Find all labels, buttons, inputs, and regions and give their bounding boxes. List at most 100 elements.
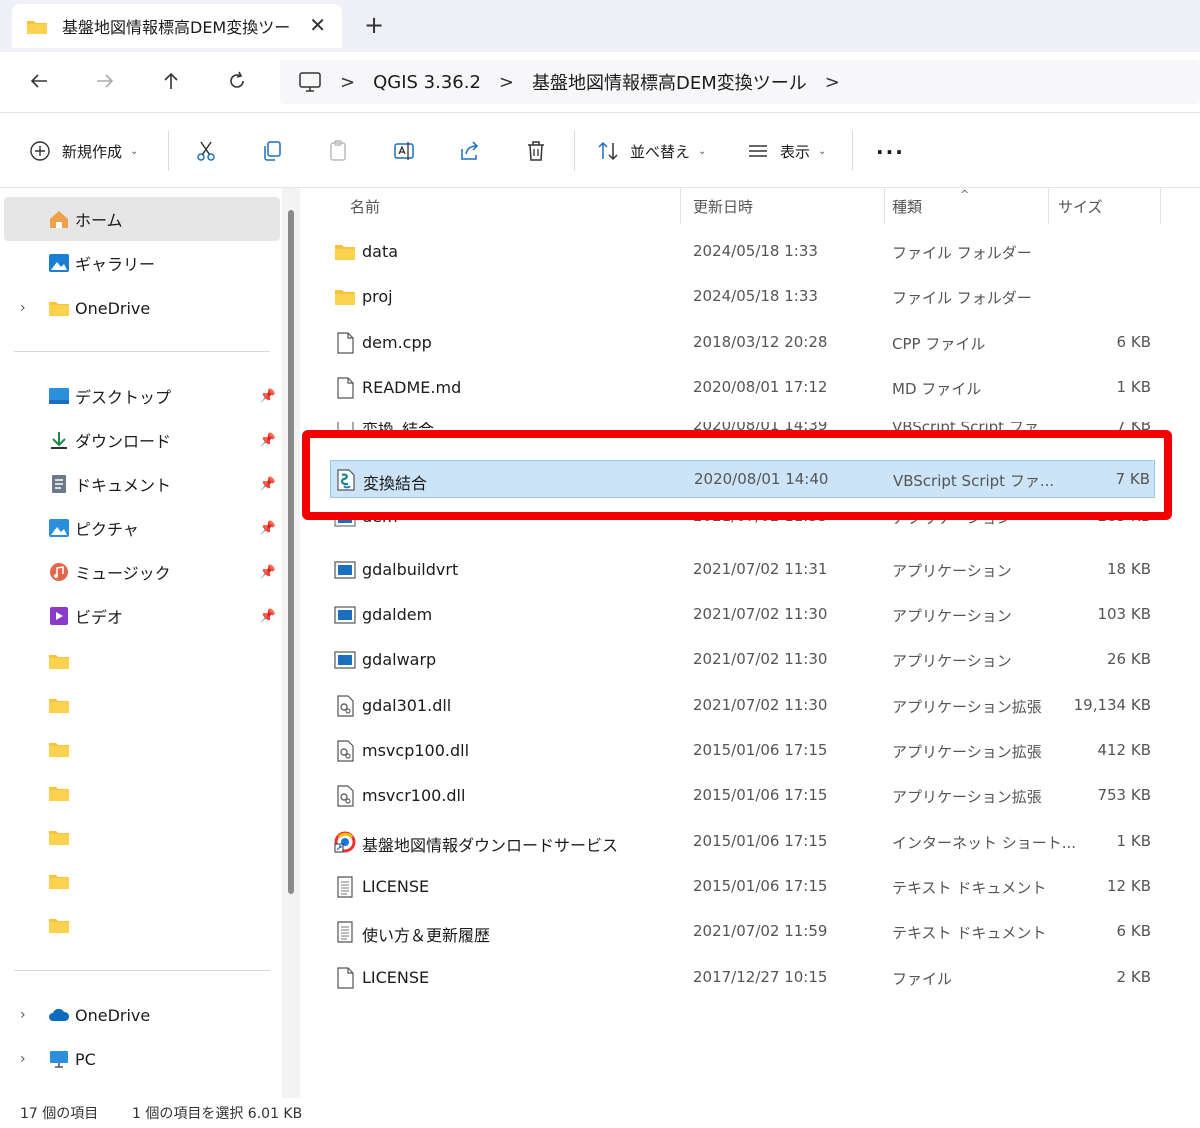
rename-button[interactable] (392, 135, 416, 167)
folder-icon (48, 695, 70, 715)
file-row[interactable]: dem.cpp 2018/03/12 20:28 CPP ファイル 6 KB (330, 324, 1155, 362)
file-type: CPP ファイル (892, 335, 986, 353)
sidebar-item-downloads[interactable]: ダウンロード 📌 (4, 418, 280, 462)
pin-icon[interactable]: 📌 (260, 565, 276, 580)
file-row[interactable]: gdaldem 2021/07/02 11:30 アプリケーション 103 KB (330, 596, 1155, 634)
sidebar-item-home[interactable]: ホーム (4, 197, 280, 241)
file-date: 2021/07/02 11:30 (693, 696, 828, 714)
sidebar-item-music[interactable]: ミュージック 📌 (4, 550, 280, 594)
file-size: 283 KB (1097, 516, 1151, 525)
pin-icon[interactable]: 📌 (260, 609, 276, 624)
column-header-modified[interactable]: 更新日時 (693, 188, 753, 224)
file-row-selected[interactable]: 変換結合 2020/08/01 14:40 VBScript Script ファ..… (330, 460, 1155, 498)
pin-icon[interactable]: 📌 (260, 477, 276, 492)
sidebar-item-folder[interactable] (4, 639, 280, 683)
file-row-partial[interactable]: dem 2021/07/02 11:33 アプリケーション 283 KB (330, 516, 1155, 534)
file-row[interactable]: gdalwarp 2021/07/02 11:30 アプリケーション 26 KB (330, 641, 1155, 679)
sidebar-scrollbar-thumb[interactable] (288, 210, 294, 894)
column-divider[interactable] (1048, 188, 1049, 224)
divider (574, 131, 575, 171)
file-name: msvcp100.dll (362, 741, 470, 760)
file-row[interactable]: 基盤地図情報ダウンロードサービス 2015/01/06 17:15 インターネット … (330, 823, 1155, 861)
sidebar-item-pc[interactable]: › PC (4, 1037, 280, 1081)
file-size: 6 KB (1116, 333, 1151, 351)
sidebar-item-folder[interactable] (4, 683, 280, 727)
sidebar-item-onedrive-top[interactable]: › OneDrive (4, 286, 280, 330)
paste-button[interactable] (326, 135, 350, 167)
tab-active[interactable]: 基盤地図情報標高DEM変換ツー ✕ (12, 4, 342, 48)
cut-button[interactable] (194, 135, 218, 167)
view-button[interactable]: 表示 ⌄ (746, 135, 826, 167)
sort-button[interactable]: 並べ替え ⌄ (596, 135, 706, 167)
file-row[interactable]: proj 2024/05/18 1:33 ファイル フォルダー (330, 278, 1155, 316)
file-date: 2020/08/01 14:39 (693, 422, 828, 434)
column-header-type[interactable]: 種類 (892, 188, 922, 224)
folder-icon (48, 651, 70, 671)
address-bar[interactable]: > QGIS 3.36.2 > 基盤地図情報標高DEM変換ツール > (280, 60, 1200, 104)
breadcrumb-separator: > (498, 71, 515, 93)
file-type: アプリケーション (892, 516, 1012, 527)
sidebar-item-documents[interactable]: ドキュメント 📌 (4, 462, 280, 506)
sidebar-item-folder[interactable] (4, 903, 280, 947)
delete-button[interactable] (524, 135, 548, 167)
pin-icon[interactable]: 📌 (260, 433, 276, 448)
file-date: 2018/03/12 20:28 (693, 333, 828, 351)
pin-icon[interactable]: 📌 (260, 389, 276, 404)
close-tab-icon[interactable]: ✕ (309, 14, 326, 36)
folder-icon (48, 298, 70, 318)
column-header-name[interactable]: 名前 (350, 188, 380, 224)
app-icon (334, 649, 356, 671)
file-row[interactable]: msvcp100.dll 2015/01/06 17:15 アプリケーション拡張 41… (330, 732, 1155, 770)
file-row[interactable]: gdal301.dll 2021/07/02 11:30 アプリケーション拡張 19,… (330, 687, 1155, 725)
sidebar-item-gallery[interactable]: ギャラリー (4, 241, 280, 285)
chevron-right-icon[interactable]: › (20, 1051, 26, 1067)
chevron-right-icon[interactable]: › (20, 300, 26, 316)
vbscript-icon (335, 469, 357, 491)
sidebar-item-label: ミュージック (75, 564, 171, 583)
back-button[interactable] (22, 66, 56, 96)
sidebar-item-folder[interactable] (4, 727, 280, 771)
file-row[interactable]: LICENSE 2017/12/27 10:15 ファイル 2 KB (330, 959, 1155, 997)
file-date: 2024/05/18 1:33 (693, 242, 818, 260)
sidebar-item-pictures[interactable]: ピクチャ 📌 (4, 506, 280, 550)
sidebar-item-folder[interactable] (4, 815, 280, 859)
chevron-down-icon: ⌄ (130, 145, 139, 157)
sidebar-item-onedrive[interactable]: › OneDrive (4, 993, 280, 1037)
column-divider[interactable] (680, 188, 681, 224)
sidebar-item-desktop[interactable]: デスクトップ 📌 (4, 374, 280, 418)
sidebar-item-folder[interactable] (4, 859, 280, 903)
pin-icon[interactable]: 📌 (260, 521, 276, 536)
file-row[interactable]: data 2024/05/18 1:33 ファイル フォルダー (330, 233, 1155, 271)
more-button[interactable]: ... (876, 135, 905, 167)
column-divider[interactable] (884, 188, 885, 224)
sidebar-item-folder[interactable] (4, 771, 280, 815)
up-button[interactable] (154, 66, 188, 96)
file-name: dem (362, 516, 398, 526)
file-row[interactable]: 使い方＆更新履歴 2021/07/02 11:59 テキスト ドキュメント 6 KB (330, 913, 1155, 951)
new-button[interactable]: 新規作成 ⌄ (28, 135, 138, 167)
file-type: アプリケーション (892, 562, 1012, 580)
file-row[interactable]: LICENSE 2015/01/06 17:15 テキスト ドキュメント 12 KB (330, 868, 1155, 906)
file-row[interactable]: gdalbuildvrt 2021/07/02 11:31 アプリケーション 18 K… (330, 551, 1155, 589)
file-name: 変換_結合 (362, 422, 435, 436)
plus-circle-icon (30, 141, 50, 161)
breadcrumb-qgis[interactable]: QGIS 3.36.2 (373, 72, 481, 93)
file-row[interactable]: msvcr100.dll 2015/01/06 17:15 アプリケーション拡張 75… (330, 777, 1155, 815)
new-tab-button[interactable]: + (364, 11, 384, 39)
sidebar-item-videos[interactable]: ビデオ 📌 (4, 594, 280, 638)
chevron-right-icon[interactable]: › (20, 1007, 26, 1023)
file-type: テキスト ドキュメント (892, 924, 1047, 942)
breadcrumb-separator[interactable]: > (825, 72, 840, 93)
breadcrumb-dem-tool[interactable]: 基盤地図情報標高DEM変換ツール (532, 69, 807, 95)
column-header-size[interactable]: サイズ (1058, 188, 1103, 224)
copy-button[interactable] (260, 135, 284, 167)
file-type: アプリケーション (892, 607, 1012, 625)
text-icon (334, 921, 356, 943)
column-divider[interactable] (1160, 188, 1161, 224)
file-row-partial[interactable]: 変換_結合 2020/08/01 14:39 VBScript Script フ… (330, 422, 1155, 436)
share-button[interactable] (458, 135, 482, 167)
app-icon (334, 559, 356, 581)
refresh-button[interactable] (220, 66, 254, 96)
file-row[interactable]: README.md 2020/08/01 17:12 MD ファイル 1 KB (330, 369, 1155, 407)
forward-button[interactable] (88, 66, 122, 96)
